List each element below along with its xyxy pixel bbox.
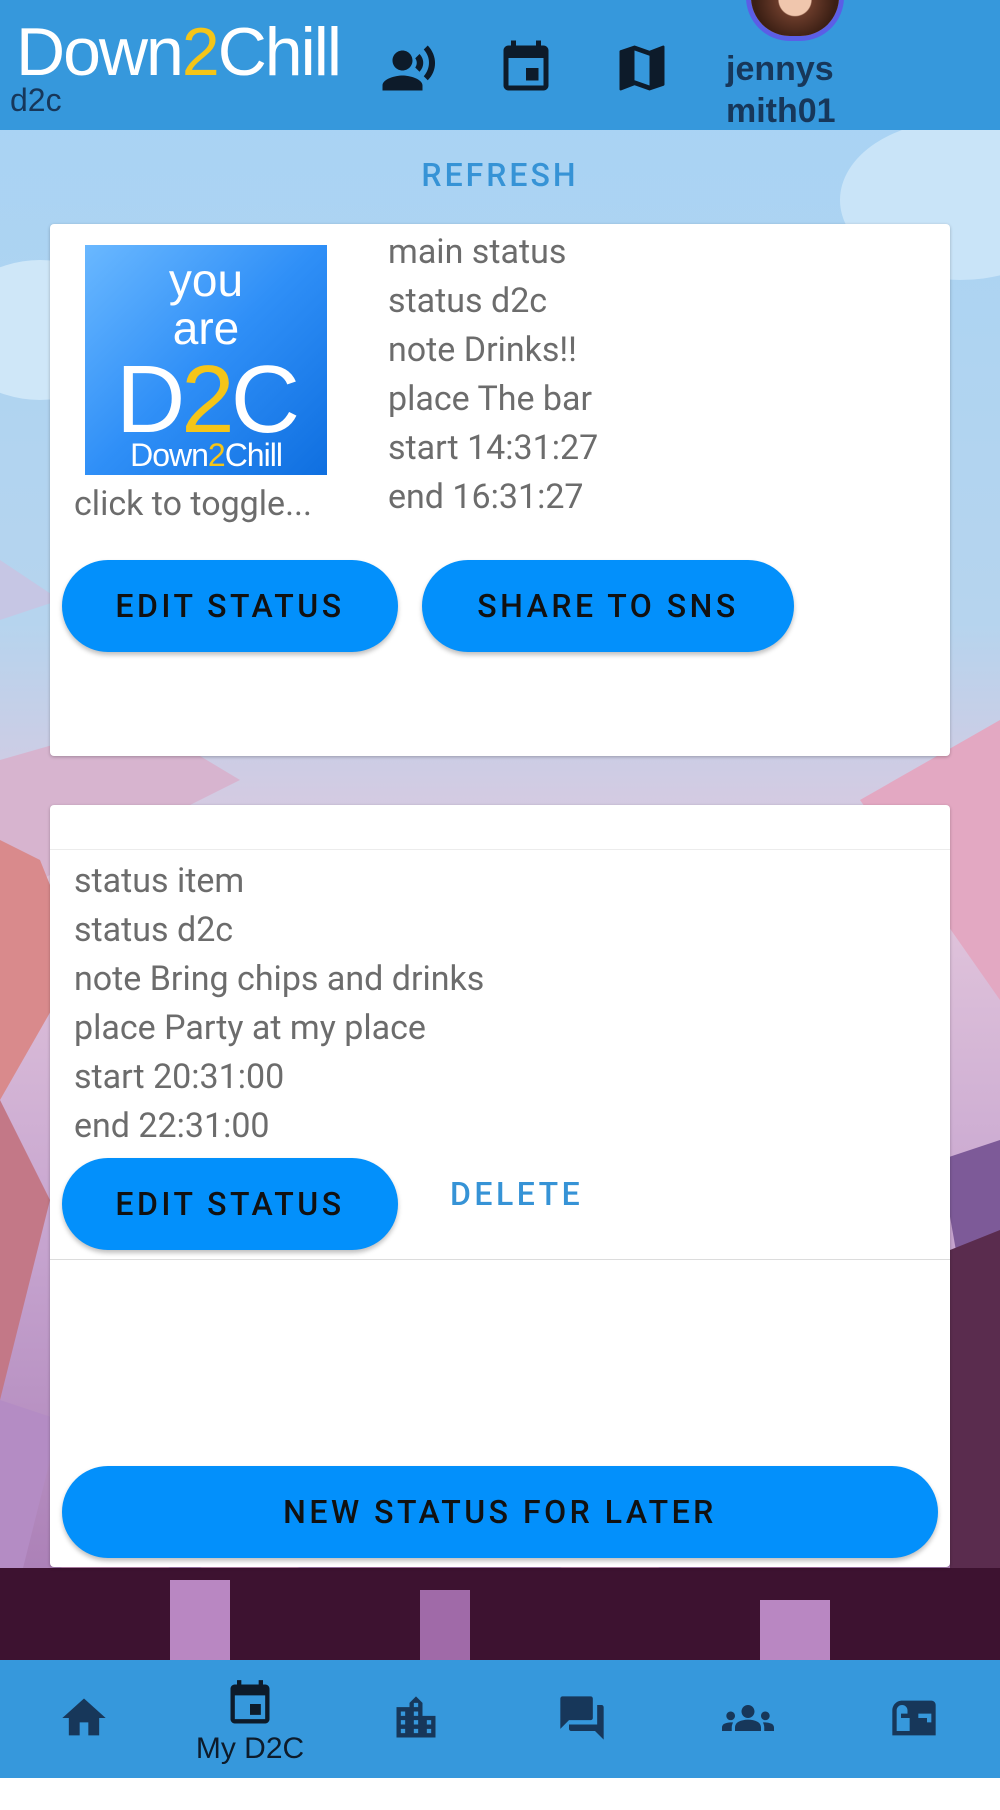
status-line-place: place Party at my place [74, 1008, 426, 1048]
card-divider [50, 1259, 950, 1260]
nav-my-d2c[interactable]: My D2C [167, 1660, 333, 1796]
edit-status-button[interactable]: EDIT STATUS [62, 1158, 398, 1250]
main-status-details: main status status d2c note Drinks!! pla… [388, 228, 598, 522]
map-icon[interactable] [612, 38, 672, 98]
main-status-card: you are D2C Down2Chill click to toggle..… [50, 224, 950, 756]
status-line-place: place The bar [388, 379, 593, 419]
status-line-status: status d2c [74, 910, 234, 950]
later-status-details: status item status d2c note Bring chips … [74, 857, 484, 1151]
delete-button[interactable]: DELETE [450, 1175, 583, 1213]
nav-label-my-d2c: My D2C [195, 1732, 305, 1765]
status-line-status: status d2c [388, 281, 548, 321]
nav-group[interactable] [665, 1660, 831, 1810]
username-label[interactable]: jennysmith01 [726, 48, 856, 132]
status-line-note: note Drinks!! [388, 330, 577, 370]
nav-city[interactable] [333, 1660, 499, 1810]
logo-subtitle: d2c [10, 82, 62, 118]
refresh-button[interactable]: REFRESH [0, 156, 1000, 194]
later-status-card: status item status d2c note Bring chips … [50, 805, 950, 1567]
status-line-note: note Bring chips and drinks [74, 959, 485, 999]
d2c-status-image[interactable]: you are D2C Down2Chill [85, 245, 327, 475]
nav-home[interactable] [1, 1660, 167, 1810]
status-line-end: end 16:31:27 [388, 477, 584, 517]
mailbox-icon [892, 1700, 936, 1736]
bottom-navigation: My D2C [0, 1660, 1000, 1778]
avatar[interactable] [746, 0, 844, 41]
share-to-sns-button[interactable]: SHARE TO SNS [422, 560, 794, 652]
nav-forum[interactable] [499, 1660, 665, 1810]
status-line-start: start 20:31:00 [74, 1057, 285, 1097]
app-logo: Down2Chill [16, 12, 342, 92]
group-icon [722, 1705, 774, 1731]
toggle-caption: click to toggle... [74, 484, 312, 524]
image-text-you: you [168, 254, 244, 306]
calendar-icon[interactable] [496, 38, 556, 98]
card-divider [50, 849, 950, 850]
app-header: Down2Chill d2c jennysmith01 [0, 0, 1000, 130]
home-icon [62, 1698, 106, 1736]
forum-icon [560, 1696, 604, 1740]
logo-text-chill: Chill [217, 14, 342, 90]
calendar-icon [230, 1680, 270, 1724]
nav-mailbox[interactable] [831, 1660, 997, 1810]
status-line-end: end 22:31:00 [74, 1106, 270, 1146]
status-line-title: status item [74, 861, 245, 901]
status-line-title: main status [388, 232, 567, 272]
image-text-down2chill: Down2Chill [130, 437, 283, 473]
status-line-start: start 14:31:27 [388, 428, 599, 468]
edit-status-button[interactable]: EDIT STATUS [62, 560, 398, 652]
broadcast-person-icon[interactable] [380, 38, 440, 98]
city-icon [396, 1696, 436, 1738]
logo-text-two: 2 [181, 14, 220, 90]
logo-text-down: Down [16, 14, 184, 90]
new-status-for-later-button[interactable]: NEW STATUS FOR LATER [62, 1466, 938, 1558]
